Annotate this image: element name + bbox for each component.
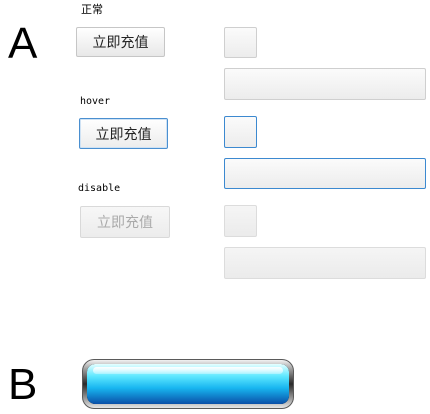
state-label-hover: hover xyxy=(80,96,111,107)
progress-track xyxy=(87,364,289,404)
small-button-sample-disabled xyxy=(224,205,257,237)
wide-field-sample-hover[interactable] xyxy=(224,158,426,189)
small-button-sample-hover[interactable] xyxy=(224,116,257,148)
recharge-button-disabled: 立即充值 xyxy=(80,206,170,238)
wide-field-sample-disabled xyxy=(224,247,426,279)
section-letter-a: A xyxy=(8,19,38,68)
state-label-disabled: disable xyxy=(78,183,121,194)
progress-shine xyxy=(93,367,283,374)
recharge-button-normal[interactable]: 立即充值 xyxy=(76,27,165,57)
glossy-progress-bar xyxy=(82,359,294,409)
small-button-sample-normal[interactable] xyxy=(224,27,257,58)
recharge-button-hover[interactable]: 立即充值 xyxy=(79,118,168,149)
progress-fill xyxy=(87,364,289,404)
state-label-normal: 正常 xyxy=(81,3,103,16)
wide-field-sample-normal[interactable] xyxy=(224,68,426,100)
section-letter-b: B xyxy=(8,360,38,409)
